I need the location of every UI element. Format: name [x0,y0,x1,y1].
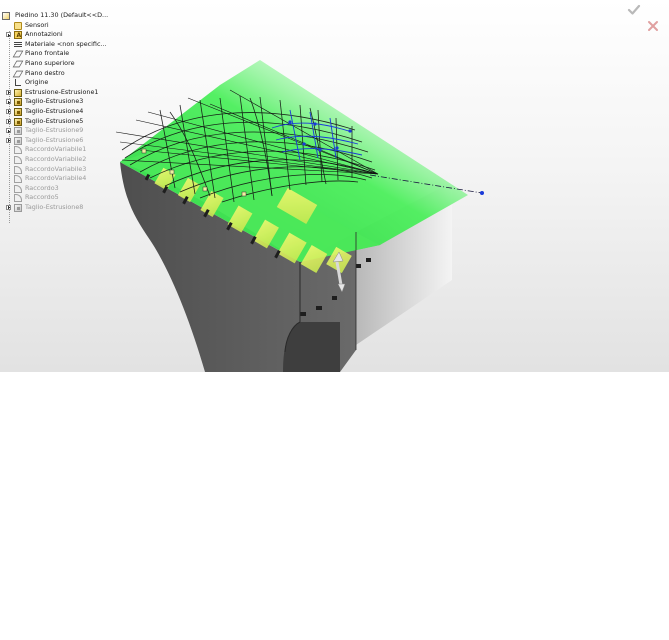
cut-extrude-icon [14,136,22,145]
fillet-icon [14,175,22,184]
tree-item[interactable]: RaccordoVariabile2 [0,155,130,165]
part-icon [2,12,10,20]
feature-tree: Piedino 11.30 (Default<<D... SensoriAnno… [0,11,130,223]
tree-root-label: Piedino 11.30 (Default<<D... [15,11,109,19]
tree-item[interactable]: Taglio-Estrusione9 [0,126,130,136]
tree-item-label: Raccordo5 [25,193,59,202]
expand-icon[interactable] [6,204,11,210]
sensor-icon [14,21,22,30]
tree-item[interactable]: RaccordoVariabile3 [0,165,130,175]
extrude-icon [14,88,22,97]
origin-icon [14,79,22,87]
tree-item-label: Piano frontale [25,49,70,58]
expand-icon[interactable] [6,108,11,114]
tree-item-label: Taglio-Estrusione3 [25,97,84,106]
tree-item[interactable]: Piano superiore [0,59,130,69]
expand-icon[interactable] [6,118,11,124]
tree-item-label: Raccordo3 [25,183,59,192]
fillet-icon [14,155,22,164]
tree-item[interactable]: Materiale <non specific... [0,40,130,50]
tree-item-label: Taglio-Estrusione9 [25,126,84,135]
expand-icon[interactable] [6,32,11,38]
fillet-icon [14,184,22,193]
tree-item[interactable]: Piano frontale [0,49,130,59]
tree-item[interactable]: Raccordo5 [0,193,130,203]
tree-item[interactable]: Origine [0,78,130,88]
cut-extrude-icon [14,127,22,136]
graphics-area[interactable]: Piedino 11.30 (Default<<D... SensoriAnno… [0,0,669,372]
tree-root[interactable]: Piedino 11.30 (Default<<D... [0,11,130,21]
cut-extrude-icon [14,107,22,116]
annotations-icon [14,31,22,41]
tree-item[interactable]: RaccordoVariabile1 [0,145,130,155]
expand-icon[interactable] [6,137,11,143]
tree-item-label: Estrusione-Estrusione1 [25,87,99,96]
blank-area [0,372,669,640]
tree-item[interactable]: Taglio-Estrusione3 [0,97,130,107]
expand-icon[interactable] [6,89,11,95]
checkmark-icon [627,4,641,15]
plane-icon [12,70,24,77]
tree-item[interactable]: Taglio-Estrusione6 [0,136,130,146]
tree-item-label: Materiale <non specific... [25,39,107,48]
confirm-ok-button[interactable] [627,3,641,17]
fillet-icon [14,194,22,203]
tree-item[interactable]: Raccordo3 [0,184,130,194]
confirm-cancel-button[interactable] [646,19,660,33]
tree-item[interactable]: Sensori [0,21,130,31]
tree-item[interactable]: Taglio-Estrusione8 [0,203,130,213]
tree-item-label: Taglio-Estrusione8 [25,202,84,211]
close-icon [648,21,658,31]
tree-item-label: Origine [25,78,49,87]
tree-item-label: Taglio-Estrusione5 [25,116,84,125]
tree-item-label: RaccordoVariabile2 [25,154,87,163]
tree-item-label: Annotazioni [25,30,63,39]
fillet-icon [14,165,22,174]
cut-extrude-icon [14,203,22,212]
fillet-icon [14,146,22,155]
tree-item-label: RaccordoVariabile4 [25,174,87,183]
tree-item-label: Piano superiore [25,58,75,67]
tree-item[interactable]: Estrusione-Estrusione1 [0,88,130,98]
material-icon [14,41,22,49]
tree-item-label: RaccordoVariabile1 [25,145,87,154]
expand-icon[interactable] [6,99,11,105]
tree-item[interactable]: Taglio-Estrusione5 [0,117,130,127]
tree-item-label: RaccordoVariabile3 [25,164,87,173]
tree-item-label: Sensori [25,20,49,29]
tree-item[interactable]: RaccordoVariabile4 [0,174,130,184]
expand-icon[interactable] [6,128,11,134]
tree-item-label: Piano destro [25,68,65,77]
plane-icon [12,60,24,68]
tree-item[interactable]: Taglio-Estrusione4 [0,107,130,117]
tree-item-label: Taglio-Estrusione6 [25,135,84,144]
axis-endpoint[interactable] [480,191,484,195]
cut-extrude-icon [14,98,22,107]
tree-item[interactable]: Piano destro [0,69,130,79]
plane-icon [12,50,24,58]
tree-item-label: Taglio-Estrusione4 [25,106,84,115]
tree-item[interactable]: Annotazioni [0,30,130,41]
cut-extrude-icon [14,117,22,126]
